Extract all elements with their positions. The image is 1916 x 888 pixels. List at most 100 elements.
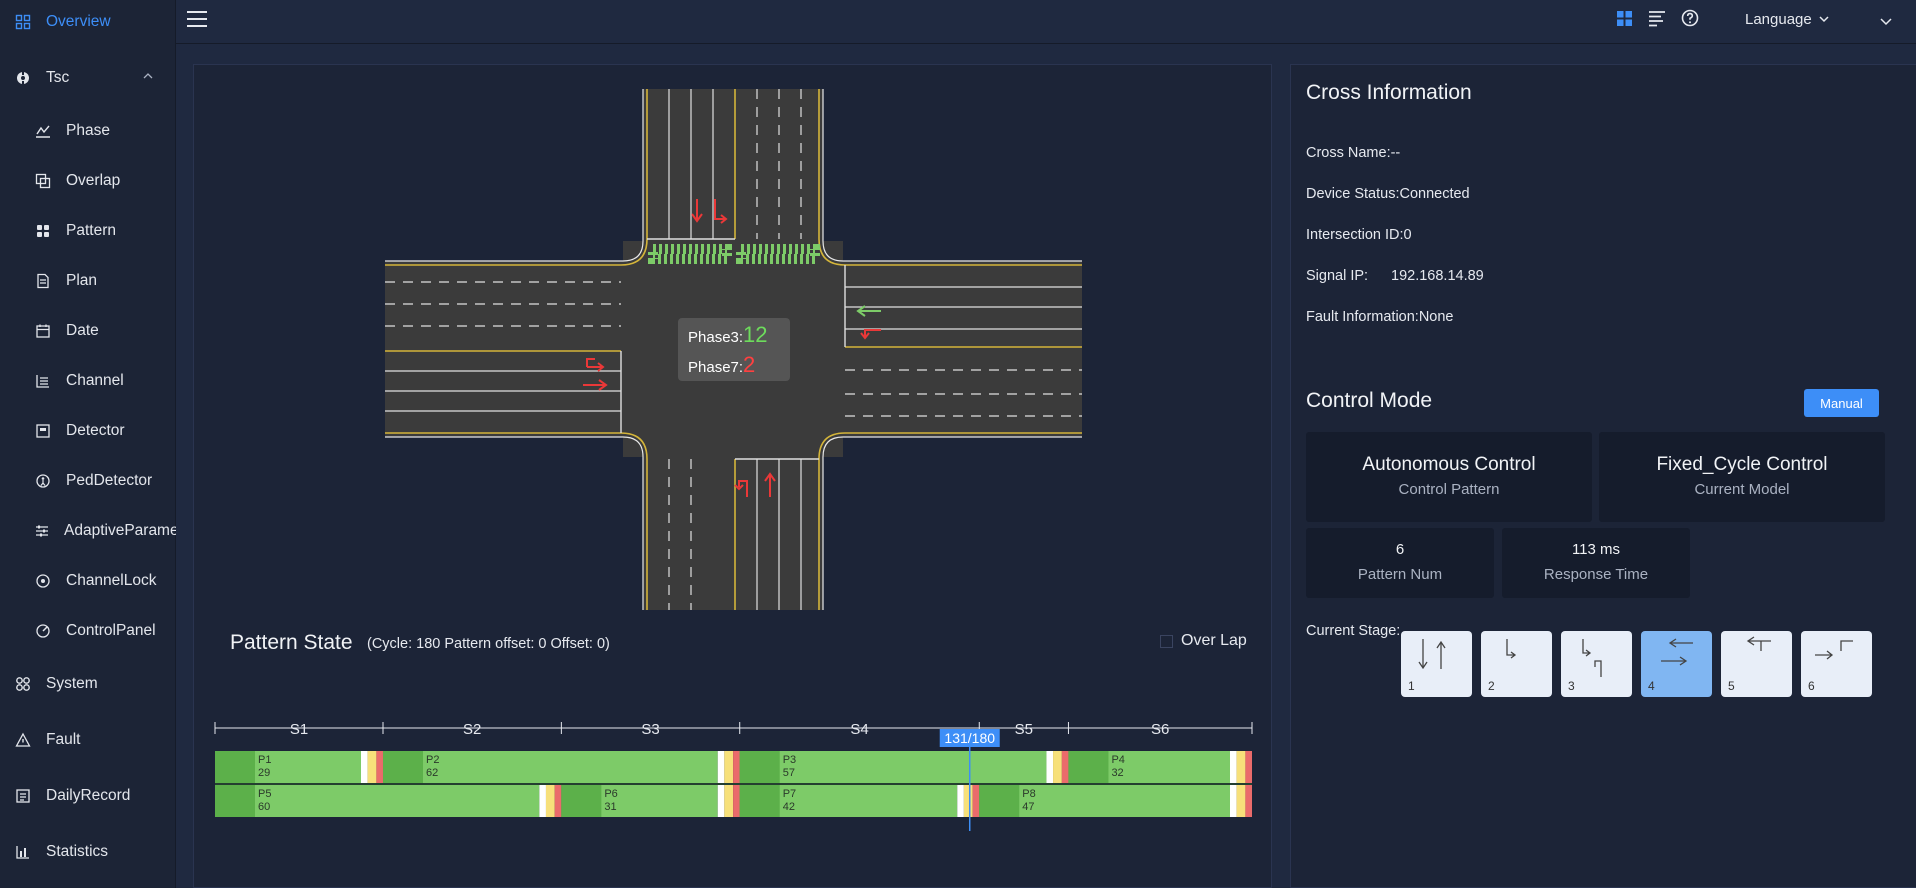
stage-card-4[interactable]: 4 [1641, 631, 1712, 697]
nav-overview[interactable]: Overview [0, 2, 176, 42]
language-select[interactable]: Language [1745, 11, 1830, 28]
nav-tsc[interactable]: Tsc [0, 58, 176, 98]
phase-name: P2 [426, 754, 439, 766]
sliders-icon [34, 522, 50, 540]
nav-dailyrecord-label: DailyRecord [46, 787, 131, 804]
phase-bar-icon-area [215, 785, 255, 817]
nav-plan[interactable]: Plan [0, 261, 176, 301]
intersection-panel: Phase3:12 Phase7:2 Pattern State (Cycle:… [193, 64, 1272, 888]
dashboard-icon[interactable] [1616, 10, 1633, 32]
phase-bar-red [554, 785, 562, 817]
phase-bar-yellow [963, 785, 973, 817]
nav-fault[interactable]: Fault [0, 720, 176, 760]
chevron-up-icon[interactable] [142, 69, 154, 87]
phase-bar-red [733, 785, 740, 817]
overlap-toggle[interactable]: Over Lap [1160, 632, 1247, 650]
stage-card-6[interactable]: 6 [1801, 631, 1872, 697]
stage-number: 3 [1568, 679, 1575, 693]
phase-bar-red [1061, 751, 1069, 783]
phase-duration: 47 [1022, 801, 1034, 813]
phase-bar-red [733, 751, 740, 783]
stage-number: 2 [1488, 679, 1495, 693]
nav-pattern[interactable]: Pattern [0, 211, 176, 251]
response-time-label: Response Time [1543, 566, 1649, 583]
help-icon[interactable] [1681, 9, 1699, 32]
phase-bar-white [539, 785, 546, 817]
nav-phase[interactable]: Phase [0, 111, 176, 151]
lines-menu-icon[interactable] [1648, 10, 1666, 32]
nav-channel[interactable]: Channel [0, 361, 176, 401]
document-icon [34, 272, 52, 290]
list-icon [34, 372, 52, 390]
current-model-card: Fixed_Cycle Control Current Model [1599, 432, 1885, 522]
phase-name: P3 [783, 754, 796, 766]
pattern-state-subtitle: (Cycle: 180 Pattern offset: 0 Offset: 0) [367, 636, 610, 652]
nav-plan-label: Plan [66, 272, 98, 289]
phase-bar-yellow [724, 751, 734, 783]
nav-overlap-label: Overlap [66, 172, 121, 189]
stage-number: 6 [1808, 679, 1815, 693]
signal-ip-value: 192.168.14.89 [1391, 268, 1484, 284]
nav-detector[interactable]: Detector [0, 411, 176, 451]
phase-a-countdown: 12 [743, 322, 768, 347]
user-dropdown-chevron-icon[interactable] [1879, 14, 1893, 32]
stage-label: S2 [463, 721, 481, 738]
stage-arrows-icon [1506, 639, 1517, 659]
phase-duration: 31 [604, 801, 616, 813]
phase-bar-icon-area [739, 751, 780, 783]
pattern-state-title: Pattern State [230, 631, 353, 654]
fault-information: Fault Information:None [1306, 309, 1454, 325]
stage-arrows-icon [1582, 639, 1602, 677]
phase-duration: 60 [258, 801, 270, 813]
nodes-icon [34, 222, 52, 240]
bar-chart-icon [14, 843, 32, 861]
stage-card-3[interactable]: 3 [1561, 631, 1632, 697]
control-mode-title: Control Mode [1306, 389, 1433, 412]
phase-bar-icon-area [215, 751, 255, 783]
phase-bar-white [957, 785, 964, 817]
nav-controlpanel-label: ControlPanel [66, 622, 156, 639]
phase-bar-white [717, 751, 725, 783]
warning-icon [14, 731, 32, 749]
phase-b-label: Phase7: [688, 359, 744, 376]
nav-adaptive[interactable]: AdaptiveParame [0, 511, 176, 551]
stage-label: S5 [1015, 721, 1033, 738]
pattern-num-card: 6 Pattern Num [1306, 528, 1494, 598]
top-header: Language [176, 0, 1916, 44]
nav-statistics[interactable]: Statistics [0, 832, 176, 872]
nav-channellock[interactable]: ChannelLock [0, 561, 176, 601]
chevron-down-icon [1818, 11, 1830, 28]
phase-duration: 57 [783, 767, 795, 779]
phase-name: P5 [258, 788, 271, 800]
stage-arrows-icon [1661, 638, 1693, 666]
nav-controlpanel[interactable]: ControlPanel [0, 611, 176, 651]
hamburger-menu-icon[interactable] [186, 9, 208, 34]
stage-card-2[interactable]: 2 [1481, 631, 1552, 697]
phase-bar-white [717, 785, 725, 817]
sidebar: Overview Tsc Phase Overlap Pattern Plan … [0, 0, 176, 888]
nav-dailyrecord[interactable]: DailyRecord [0, 776, 176, 816]
current-model-label: Current Model [1694, 481, 1790, 498]
phase-b-countdown: 2 [743, 352, 756, 377]
nav-date[interactable]: Date [0, 311, 176, 351]
phase-bar-icon-area [382, 751, 423, 783]
phase-name: P7 [783, 788, 796, 800]
nav-date-label: Date [66, 322, 99, 339]
phase-bar-icon-area [739, 785, 780, 817]
crosshair-icon [14, 69, 32, 87]
nav-peddetector[interactable]: PedDetector [0, 461, 176, 501]
manual-button[interactable]: Manual [1804, 389, 1879, 417]
overlap-checkbox[interactable] [1160, 634, 1173, 648]
stage-card-1[interactable]: 1 [1401, 631, 1472, 697]
stage-card-5[interactable]: 5 [1721, 631, 1792, 697]
response-time-value: 113 ms [1571, 541, 1621, 558]
stage-label: S1 [290, 721, 308, 738]
nav-overlap[interactable]: Overlap [0, 161, 176, 201]
cross-info-title: Cross Information [1306, 81, 1472, 104]
apps-icon [14, 675, 32, 693]
pedestrian-icon [34, 472, 52, 490]
nav-adaptive-label: AdaptiveParame [64, 522, 176, 539]
nav-system[interactable]: System [0, 664, 176, 704]
nav-fault-label: Fault [46, 731, 81, 748]
phase-bar-white [1046, 751, 1054, 783]
